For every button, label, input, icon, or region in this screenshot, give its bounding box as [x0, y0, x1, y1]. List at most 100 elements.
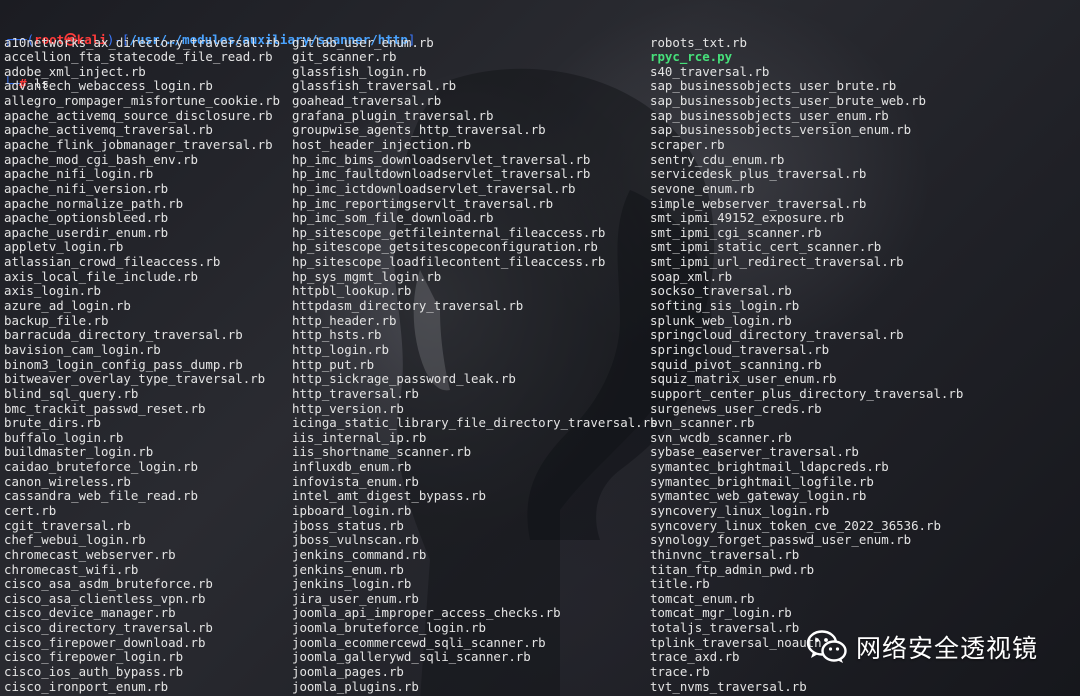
- file-entry: hp_imc_bims_downloadservlet_traversal.rb: [292, 151, 591, 167]
- file-entry: tvt_nvms_traversal.rb: [650, 678, 807, 694]
- watermark-text: 网络安全透视镜: [856, 634, 1039, 663]
- file-entry: http_put.rb: [292, 356, 375, 372]
- file-entry: sevone_enum.rb: [650, 180, 755, 196]
- file-entry: springcloud_directory_traversal.rb: [650, 327, 904, 343]
- file-entry: http_sickrage_password_leak.rb: [292, 371, 516, 387]
- file-entry: glassfish_traversal.rb: [292, 78, 457, 94]
- file-entry: cisco_directory_traversal.rb: [4, 620, 213, 636]
- file-entry: joomla_plugins.rb: [292, 678, 419, 694]
- file-entry: atlassian_crowd_fileaccess.rb: [4, 254, 221, 270]
- file-entry: joomla_api_improper_access_checks.rb: [292, 605, 561, 621]
- file-entry: titan_ftp_admin_pwd.rb: [650, 561, 815, 577]
- file-entry: bavision_cam_login.rb: [4, 341, 161, 357]
- file-entry: sap_businessobjects_user_brute_web.rb: [650, 93, 927, 109]
- file-entry: adobe_xml_inject.rb: [4, 63, 146, 79]
- file-entry: apache_optionsbleed.rb: [4, 210, 169, 226]
- file-entry: softing_sis_login.rb: [650, 298, 800, 314]
- file-entry: thinvnc_traversal.rb: [650, 546, 800, 562]
- file-entry: cisco_ios_auth_bypass.rb: [4, 664, 184, 680]
- file-entry: cisco_asa_asdm_bruteforce.rb: [4, 576, 213, 592]
- file-entry: joomla_bruteforce_login.rb: [292, 620, 486, 636]
- file-entry: jenkins_login.rb: [292, 576, 412, 592]
- file-entry: icinga_static_library_file_directory_tra…: [292, 415, 658, 431]
- file-entry: robots_txt.rb: [650, 34, 747, 50]
- file-entry: jboss_status.rb: [292, 517, 404, 533]
- file-entry: bmc_trackit_passwd_reset.rb: [4, 400, 206, 416]
- file-entry: surgenews_user_creds.rb: [650, 400, 822, 416]
- file-entry: apache_activemq_source_disclosure.rb: [4, 107, 273, 123]
- file-entry: buffalo_login.rb: [4, 429, 124, 445]
- file-entry: cgit_traversal.rb: [4, 517, 131, 533]
- file-entry: jenkins_command.rb: [292, 546, 427, 562]
- file-entry: jira_user_enum.rb: [292, 590, 419, 606]
- file-entry: git_scanner.rb: [292, 49, 397, 65]
- file-entry: squid_pivot_scanning.rb: [650, 356, 822, 372]
- wechat-icon: [806, 630, 847, 663]
- file-entry: http_traversal.rb: [292, 385, 419, 401]
- file-entry: squiz_matrix_user_enum.rb: [650, 371, 837, 387]
- file-entry: servicedesk_plus_traversal.rb: [650, 166, 867, 182]
- file-entry: rpyc_rce.py: [650, 49, 733, 65]
- file-entry: hp_sitescope_getfileinternal_fileaccess.…: [292, 224, 606, 240]
- file-entry: cisco_asa_clientless_vpn.rb: [4, 590, 206, 606]
- file-entry: smt_ipmi_cgi_scanner.rb: [650, 224, 822, 240]
- file-entry: blind_sql_query.rb: [4, 385, 139, 401]
- file-entry: hp_imc_faultdownloadservlet_traversal.rb: [292, 166, 591, 182]
- file-entry: symantec_brightmail_ldapcreds.rb: [650, 459, 889, 475]
- file-entry: brute_dirs.rb: [4, 415, 101, 431]
- file-entry: tomcat_mgr_login.rb: [650, 605, 792, 621]
- file-entry: support_center_plus_directory_traversal.…: [650, 385, 964, 401]
- file-entry: svn_wcdb_scanner.rb: [650, 429, 792, 445]
- file-entry: allegro_rompager_misfortune_cookie.rb: [4, 93, 281, 109]
- file-entry: apache_activemq_traversal.rb: [4, 122, 213, 138]
- file-entry: s40_traversal.rb: [650, 63, 770, 79]
- file-entry: iis_shortname_scanner.rb: [292, 444, 472, 460]
- file-entry: caidao_bruteforce_login.rb: [4, 459, 198, 475]
- file-entry: advantech_webaccess_login.rb: [4, 78, 213, 94]
- file-entry: http_hsts.rb: [292, 327, 382, 343]
- file-entry: azure_ad_login.rb: [4, 298, 131, 314]
- listing-column-1: a10networks_ax_directory_traversal.rb acc…: [4, 35, 281, 695]
- file-entry: grafana_plugin_traversal.rb: [292, 107, 494, 123]
- file-entry: cisco_firepower_login.rb: [4, 649, 184, 665]
- file-entry: title.rb: [650, 576, 710, 592]
- file-entry: smt_ipmi_static_cert_scanner.rb: [650, 239, 882, 255]
- file-entry: sap_businessobjects_version_enum.rb: [650, 122, 912, 138]
- file-entry: axis_local_file_include.rb: [4, 268, 198, 284]
- file-entry: apache_flink_jobmanager_traversal.rb: [4, 136, 273, 152]
- file-entry: joomla_gallerywd_sqli_scanner.rb: [292, 649, 531, 665]
- file-entry: syncovery_linux_token_cve_2022_36536.rb: [650, 517, 941, 533]
- file-entry: hp_sys_mgmt_login.rb: [292, 268, 442, 284]
- file-entry: accellion_fta_statecode_file_read.rb: [4, 49, 273, 65]
- file-entry: sockso_traversal.rb: [650, 283, 792, 299]
- file-entry: scraper.rb: [650, 136, 725, 152]
- file-entry: apache_nifi_login.rb: [4, 166, 154, 182]
- file-entry: groupwise_agents_http_traversal.rb: [292, 122, 546, 138]
- file-entry: chromecast_wifi.rb: [4, 561, 139, 577]
- file-entry: cisco_ironport_enum.rb: [4, 678, 169, 694]
- file-entry: backup_file.rb: [4, 312, 109, 328]
- listing-column-3: robots_txt.rb rpyc_rce.py s40_traversal.rb…: [650, 34, 964, 695]
- file-entry: syncovery_linux_login.rb: [650, 503, 830, 518]
- file-entry: joomla_pages.rb: [292, 664, 404, 680]
- file-entry: apache_nifi_version.rb: [4, 180, 169, 196]
- file-entry: cert.rb: [4, 503, 57, 518]
- file-entry: sap_businessobjects_user_brute.rb: [650, 78, 897, 94]
- terminal-window[interactable]: ┌──(root㉿kali)-[/usr/…/modules/auxiliary…: [0, 0, 1080, 696]
- listing-column-2: gitlab_user_enum.rb git_scanner.rb glassfi…: [292, 35, 658, 695]
- file-entry: chef_webui_login.rb: [4, 532, 146, 548]
- file-entry: goahead_traversal.rb: [292, 93, 442, 109]
- file-entry: binom3_login_config_pass_dump.rb: [4, 356, 243, 372]
- file-entry: splunk_web_login.rb: [650, 312, 792, 328]
- file-entry: hp_imc_ictdownloadservlet_traversal.rb: [292, 180, 576, 196]
- file-entry: http_header.rb: [292, 312, 397, 328]
- file-entry: hp_sitescope_getsitescopeconfiguration.r…: [292, 239, 598, 255]
- file-entry: buildmaster_login.rb: [4, 444, 154, 460]
- file-entry: synology_forget_passwd_user_enum.rb: [650, 532, 912, 548]
- file-entry: tomcat_enum.rb: [650, 590, 755, 606]
- file-entry: symantec_web_gateway_login.rb: [650, 488, 867, 504]
- file-entry: http_version.rb: [292, 400, 404, 416]
- file-entry: intel_amt_digest_bypass.rb: [292, 488, 486, 504]
- file-entry: springcloud_traversal.rb: [650, 341, 830, 357]
- file-entry: httpbl_lookup.rb: [292, 283, 412, 299]
